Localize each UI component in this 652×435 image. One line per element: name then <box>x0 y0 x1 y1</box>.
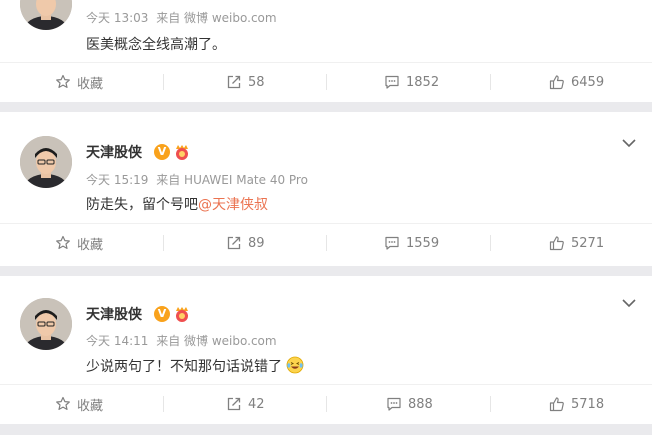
fan-badge-icon <box>176 145 188 160</box>
post-card-3: 天津股侠 V 今天 14:11 来自 微博 weibo.com 少说两句了！不知… <box>0 276 652 424</box>
like-count: 6459 <box>571 74 605 90</box>
repost-button[interactable]: 58 <box>226 62 265 102</box>
author-name[interactable]: 天津股侠 <box>86 142 142 162</box>
comment-count: 1852 <box>406 74 440 90</box>
like-button[interactable]: 5718 <box>549 384 604 424</box>
collect-button[interactable]: 收藏 <box>55 62 103 102</box>
comment-count: 888 <box>408 396 433 412</box>
fan-badge-icon <box>176 307 188 322</box>
author-avatar[interactable] <box>20 136 72 188</box>
repost-count: 58 <box>248 74 265 90</box>
like-count: 5718 <box>571 396 605 412</box>
repost-icon <box>227 397 241 411</box>
like-button[interactable]: 5271 <box>549 223 604 263</box>
repost-count: 42 <box>248 396 265 412</box>
post-meta: 今天 13:03 来自 微博 weibo.com <box>86 9 281 26</box>
comment-button[interactable]: 1852 <box>384 62 439 102</box>
like-button[interactable]: 6459 <box>549 62 604 102</box>
star-icon <box>56 74 70 88</box>
action-bar: 收藏 89 1559 5271 <box>0 223 652 263</box>
collect-label: 收藏 <box>77 76 104 92</box>
post-text: 医美概念全线高潮了。 <box>86 37 226 53</box>
card-gap <box>0 266 652 276</box>
post-content: 少说两句了！不知那句话说错了 <box>86 356 304 376</box>
collect-button[interactable]: 收藏 <box>55 223 103 263</box>
post-time[interactable]: 今天 15:19 <box>86 173 148 187</box>
comment-button[interactable]: 1559 <box>384 223 439 263</box>
post-text: 防走失，留个号吧 <box>86 197 198 213</box>
action-separator <box>490 235 491 251</box>
card-gap <box>0 424 652 435</box>
comment-button[interactable]: 888 <box>386 384 433 424</box>
like-count: 5271 <box>571 235 605 251</box>
thumbs-up-icon <box>549 236 564 251</box>
chevron-down-icon[interactable] <box>620 134 638 152</box>
post-time[interactable]: 今天 13:03 <box>86 11 148 25</box>
action-separator <box>490 396 491 412</box>
action-separator <box>163 235 164 251</box>
post-card-1: 今天 13:03 来自 微博 weibo.com 医美概念全线高潮了。 收藏 5… <box>0 0 652 102</box>
comment-icon <box>387 397 401 411</box>
action-bar: 收藏 42 888 5718 <box>0 384 652 424</box>
author-name[interactable]: 天津股侠 <box>86 304 142 324</box>
post-content: 防走失，留个号吧@天津侠叔 <box>86 194 268 214</box>
post-text: 少说两句了！不知那句话说错了 <box>86 359 282 375</box>
collect-label: 收藏 <box>77 398 104 414</box>
chevron-down-icon[interactable] <box>620 294 638 312</box>
post-meta: 今天 15:19 来自 HUAWEI Mate 40 Pro <box>86 171 312 188</box>
star-icon <box>56 396 70 410</box>
action-separator <box>326 235 327 251</box>
collect-label: 收藏 <box>77 237 104 253</box>
post-meta: 今天 14:11 来自 微博 weibo.com <box>86 332 281 349</box>
action-separator <box>326 74 327 90</box>
author-avatar[interactable] <box>20 0 72 30</box>
laughing-tears-emoji-icon <box>287 356 304 374</box>
mention-link[interactable]: @天津侠叔 <box>198 197 268 213</box>
action-bar: 收藏 58 1852 6459 <box>0 62 652 102</box>
comment-icon <box>385 236 399 250</box>
comment-count: 1559 <box>406 235 440 251</box>
action-separator <box>490 74 491 90</box>
repost-button[interactable]: 89 <box>226 223 265 263</box>
star-icon <box>56 235 70 249</box>
post-time[interactable]: 今天 14:11 <box>86 334 148 348</box>
card-gap <box>0 102 652 112</box>
verified-badge: V <box>154 306 170 322</box>
action-separator <box>163 396 164 412</box>
collect-button[interactable]: 收藏 <box>55 384 103 424</box>
repost-icon <box>227 75 241 89</box>
action-separator <box>326 396 327 412</box>
repost-icon <box>227 236 241 250</box>
author-avatar[interactable] <box>20 298 72 350</box>
comment-icon <box>385 75 399 89</box>
verified-badge: V <box>154 144 170 160</box>
thumbs-up-icon <box>549 75 564 90</box>
post-content: 医美概念全线高潮了。 <box>86 34 226 54</box>
repost-button[interactable]: 42 <box>226 384 265 424</box>
post-source: 来自 微博 weibo.com <box>156 334 277 348</box>
post-source: 来自 HUAWEI Mate 40 Pro <box>156 173 308 187</box>
repost-count: 89 <box>248 235 265 251</box>
post-source: 来自 微博 weibo.com <box>156 11 277 25</box>
thumbs-up-icon <box>549 397 564 412</box>
post-card-2: 天津股侠 V 今天 15:19 来自 HUAWEI Mate 40 Pro 防走… <box>0 112 652 266</box>
action-separator <box>163 74 164 90</box>
